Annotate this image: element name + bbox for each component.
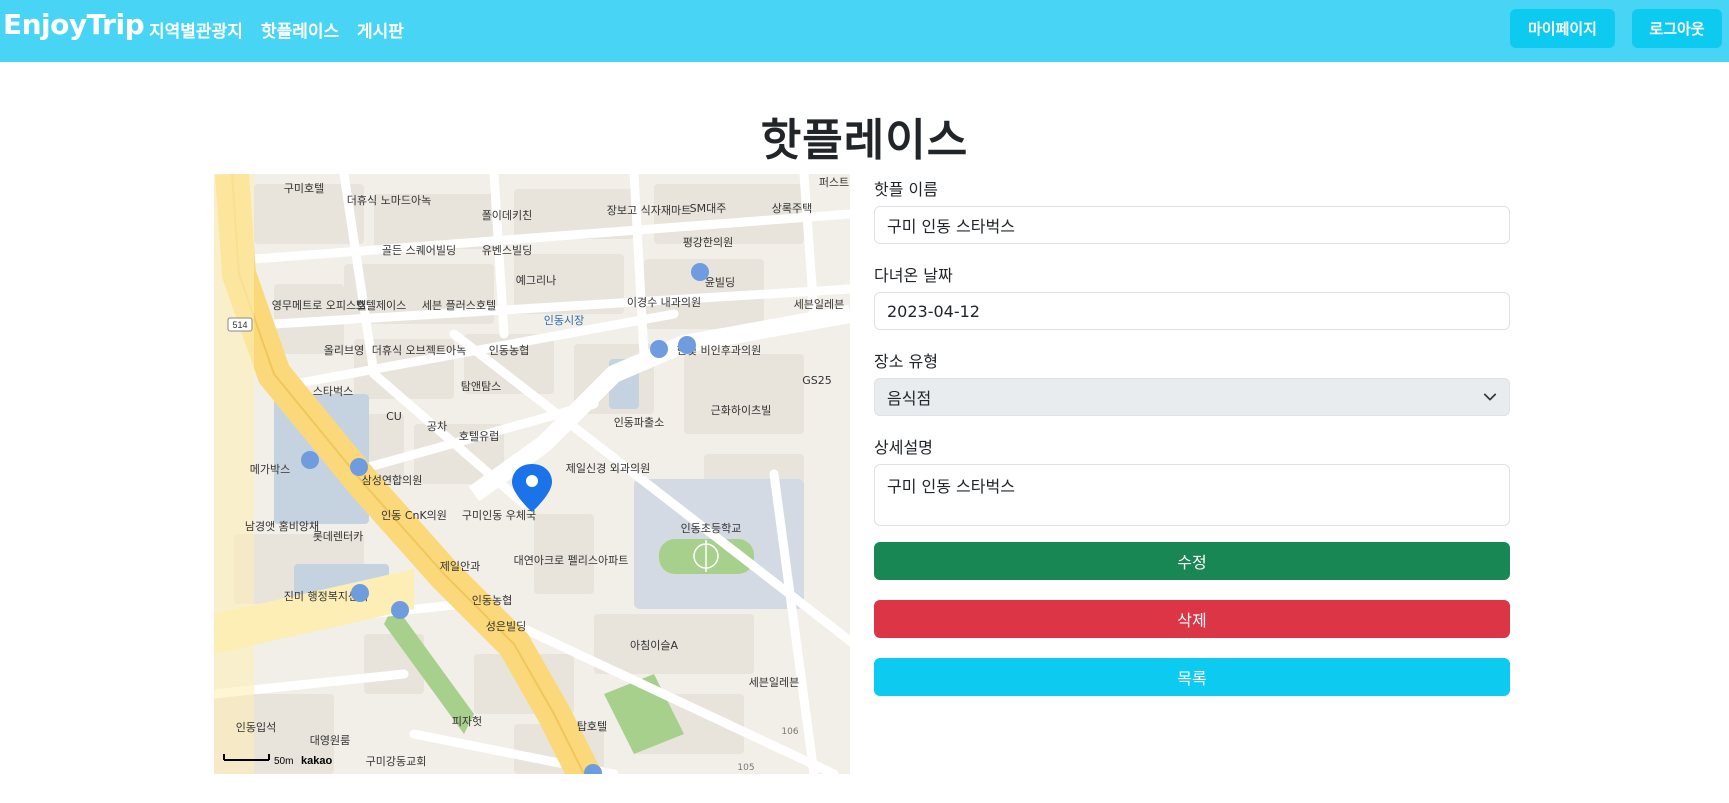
nav-link-board[interactable]: 게시판 (357, 17, 404, 42)
map-label: 인동농협 (489, 344, 529, 357)
date-input[interactable]: 2023-04-12 (874, 292, 1510, 330)
map-label: 아침이슬A (630, 639, 678, 652)
bus-stop-icon[interactable] (351, 584, 369, 602)
map-label: 더휴식 노마드아녹 (347, 194, 431, 207)
map-label: 106 (781, 727, 798, 737)
bus-stop-icon[interactable] (391, 601, 409, 619)
type-label: 장소 유형 (874, 352, 938, 371)
description-label: 상세설명 (874, 438, 933, 457)
map-view[interactable]: 514 구미호텔 더휴식 노마드아녹 폴이데키친 장보고 식자재마트 SM대주 … (214, 174, 850, 774)
map-canvas[interactable]: 514 구미호텔 더휴식 노마드아녹 폴이데키친 장보고 식자재마트 SM대주 … (214, 174, 850, 774)
map-label: 105 (737, 763, 754, 773)
name-label: 핫플 이름 (874, 180, 938, 199)
description-value: 구미 인동 스타벅스 (887, 477, 1015, 496)
map-label: 폴이데키친 (482, 209, 533, 222)
side-road (214, 174, 254, 774)
map-label: 영무메트로 오피스텔 (272, 299, 367, 312)
navbar: EnjoyTrip 지역별관광지 핫플레이스 게시판 마이페이지 로그아웃 (0, 0, 1729, 62)
map-label: 세븐 플러스호텔 (422, 299, 496, 312)
map-label: 대연아크로 펠리스아파트 (514, 554, 629, 567)
map-label: 롯데렌터카 (313, 530, 364, 543)
map-label: 상록주택 (772, 202, 812, 215)
map-label: 구미강동교회 (366, 755, 427, 768)
brand-logo[interactable]: EnjoyTrip (3, 8, 145, 41)
mypage-button[interactable]: 마이페이지 (1510, 9, 1615, 48)
map-label: 탑호텔 (577, 720, 607, 733)
edit-button[interactable]: 수정 (874, 542, 1510, 580)
description-textarea[interactable]: 구미 인동 스타벅스 (874, 464, 1510, 526)
delete-button[interactable]: 삭제 (874, 600, 1510, 638)
map-label: 호텔제이스 (356, 299, 407, 312)
bus-stop-icon[interactable] (691, 263, 709, 281)
map-label: SM대주 (690, 202, 727, 215)
map-label: 평강한의원 (683, 236, 734, 249)
map-label: 피자헛 (452, 715, 482, 728)
map-label: 인동시장 (544, 314, 584, 327)
map-label: 인동농협 (472, 594, 512, 607)
bus-stop-icon[interactable] (678, 336, 696, 354)
map-label: 인동초등학교 (681, 522, 742, 535)
logout-button[interactable]: 로그아웃 (1632, 9, 1722, 48)
map-label: 퍼스트 (819, 176, 849, 189)
map-label: GS25 (802, 374, 832, 387)
map-label: 윤빌딩 (705, 276, 735, 289)
map-label: 인동파출소 (614, 416, 665, 429)
map-attribution: kakao (301, 755, 332, 767)
map-label: 구미인동 우체국 (462, 509, 536, 522)
map-label: 인동입석 (236, 721, 276, 734)
route-number: 514 (232, 320, 247, 330)
map-label: 더휴식 오브젝트아녹 (372, 344, 467, 357)
chevron-down-icon (1483, 393, 1497, 401)
bus-stop-icon[interactable] (650, 340, 668, 358)
scale-label: 50m (274, 756, 293, 767)
map-label: 유벤스빌딩 (482, 244, 533, 257)
map-label: 성은빌딩 (486, 620, 526, 633)
location-marker-icon[interactable] (512, 464, 552, 512)
map-label: 장보고 식자재마트 (607, 204, 691, 217)
map-label: 제일신경 외과의원 (566, 461, 650, 475)
map-label: 올리브영 (324, 344, 364, 357)
map-label: 공차 (427, 420, 447, 433)
bus-stop-icon[interactable] (350, 458, 368, 476)
nav-link-regional-attractions[interactable]: 지역별관광지 (149, 17, 243, 42)
nav-link-hotplace[interactable]: 핫플레이스 (261, 17, 339, 42)
map-label: 세븐일레븐 (794, 297, 845, 311)
map-label: 세븐일레븐 (749, 675, 800, 689)
map-label: 구미호텔 (284, 182, 324, 195)
map-label: 골든 스퀘어빌딩 (382, 244, 456, 257)
map-label: 예그리나 (516, 274, 556, 287)
map-label: 삼성연합의원 (362, 474, 423, 487)
map-label: 인동 CnK의원 (381, 509, 447, 522)
map-label: 이경수 내과의원 (627, 296, 701, 309)
map-label: 제일안과 (440, 559, 480, 573)
map-label: 근화하이츠빌 (711, 403, 772, 417)
page-title: 핫플레이스 (760, 115, 969, 166)
type-select-value: 음식점 (887, 389, 932, 408)
bus-stop-icon[interactable] (301, 451, 319, 469)
map-label: 대영원룸 (310, 734, 350, 747)
type-select[interactable]: 음식점 (874, 378, 1510, 416)
name-input[interactable]: 구미 인동 스타벅스 (874, 206, 1510, 244)
map-label: CU (386, 410, 402, 423)
map-label: 탐앤탐스 (461, 380, 501, 393)
map-label: 호텔유럽 (459, 429, 499, 443)
list-button[interactable]: 목록 (874, 658, 1510, 696)
map-label: 스타벅스 (313, 385, 353, 398)
date-label: 다녀온 날짜 (874, 266, 953, 285)
map-label: 메가박스 (250, 463, 290, 476)
map-label: 남경앳 홈비앙채 (245, 519, 319, 533)
